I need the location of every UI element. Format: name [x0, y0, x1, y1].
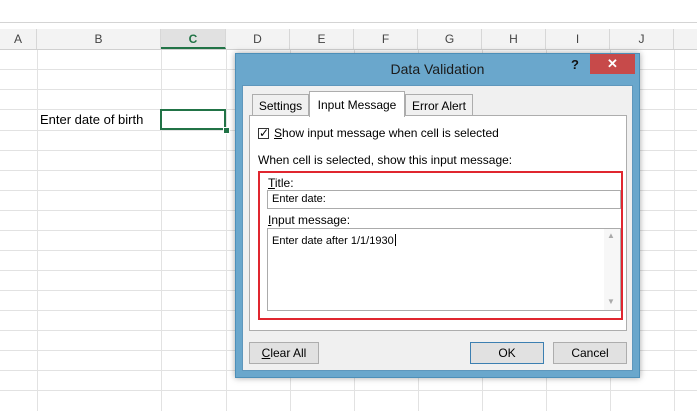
title-label: Title:: [268, 176, 294, 190]
column-header-e[interactable]: E: [290, 29, 354, 49]
column-header-c[interactable]: C: [161, 29, 226, 49]
grid-line: [0, 390, 697, 391]
clear-all-button[interactable]: Clear All: [249, 342, 319, 364]
cancel-button[interactable]: Cancel: [553, 342, 627, 364]
show-input-message-checkbox[interactable]: [258, 126, 269, 140]
column-header-h[interactable]: H: [482, 29, 546, 49]
ribbon-strip: [0, 0, 697, 23]
column-header-f[interactable]: F: [354, 29, 418, 49]
title-label-accesskey: T: [268, 176, 275, 190]
fill-handle[interactable]: [223, 127, 230, 134]
title-input[interactable]: Enter date:: [267, 190, 621, 209]
message-scrollbar[interactable]: ▲ ▼: [604, 229, 620, 310]
tab-error-alert[interactable]: Error Alert: [405, 94, 473, 116]
title-label-text: itle:: [274, 176, 294, 190]
tab-input-message[interactable]: Input Message: [309, 91, 405, 117]
ok-button[interactable]: OK: [470, 342, 544, 364]
input-message-subheading: When cell is selected, show this input m…: [258, 153, 513, 167]
cell-b6-text[interactable]: Enter date of birth: [40, 111, 143, 129]
close-button[interactable]: ✕: [590, 54, 635, 74]
help-icon[interactable]: ?: [571, 57, 579, 72]
show-input-message-option[interactable]: Show input message when cell is selected: [258, 126, 499, 140]
selected-cell-c6[interactable]: [160, 109, 226, 130]
input-message-textarea[interactable]: Enter date after 1/1/1930 ▲ ▼: [267, 228, 621, 311]
data-validation-dialog: Data Validation ? ✕ Settings Input Messa…: [235, 53, 640, 378]
text-caret: [394, 234, 396, 246]
input-message-text: Enter date after 1/1/1930: [272, 234, 396, 247]
clear-all-label: lear All: [270, 346, 307, 360]
column-header-j[interactable]: J: [610, 29, 674, 49]
message-label-text: nput message:: [271, 213, 351, 227]
tab-settings[interactable]: Settings: [252, 94, 309, 116]
scroll-up-icon[interactable]: ▲: [607, 231, 615, 240]
input-message-panel: Show input message when cell is selected…: [249, 115, 627, 331]
checkbox-label-accesskey: S: [274, 126, 283, 140]
column-header-a[interactable]: A: [0, 29, 37, 49]
message-value: Enter date after 1/1/1930: [272, 235, 394, 247]
scroll-down-icon[interactable]: ▼: [607, 297, 615, 306]
checkbox-label: how input message when cell is selected: [282, 126, 499, 140]
column-header-i[interactable]: I: [546, 29, 610, 49]
close-icon: ✕: [607, 56, 618, 71]
dialog-body: Settings Input Message Error Alert Show …: [242, 85, 633, 371]
column-header-g[interactable]: G: [418, 29, 482, 49]
dialog-titlebar[interactable]: Data Validation ? ✕: [236, 54, 639, 84]
column-header-d[interactable]: D: [226, 29, 290, 49]
clear-all-accesskey: C: [261, 346, 271, 360]
input-message-label: Input message:: [268, 213, 350, 227]
column-header-b[interactable]: B: [37, 29, 161, 49]
column-header-row: A B C D E F G H I J: [0, 29, 697, 50]
